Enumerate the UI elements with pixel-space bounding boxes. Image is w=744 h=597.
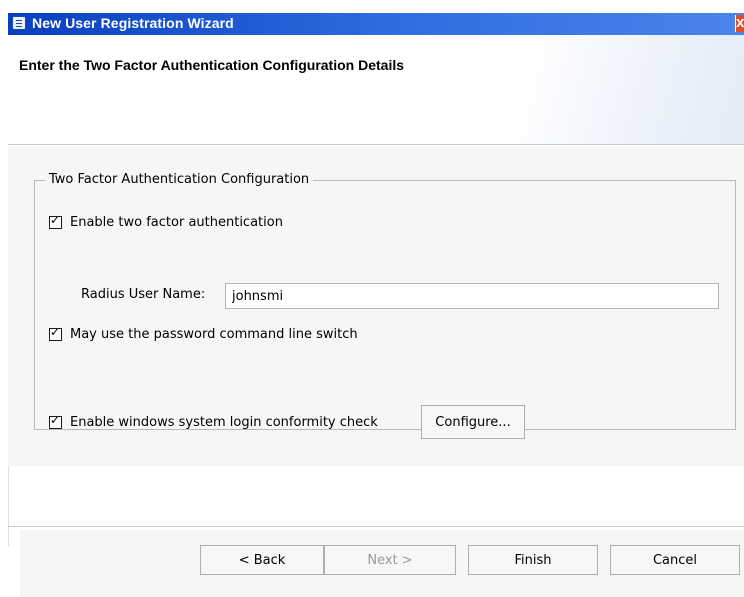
enable-2fa-row[interactable]: ✓ Enable two factor authentication bbox=[49, 213, 283, 231]
radius-user-label: Radius User Name: bbox=[81, 287, 206, 302]
checkmark-icon: ✓ bbox=[50, 212, 61, 227]
finish-button[interactable]: Finish bbox=[468, 545, 598, 575]
password-switch-row[interactable]: ✓ May use the password command line swit… bbox=[49, 325, 358, 343]
window-title: New User Registration Wizard bbox=[32, 15, 234, 31]
back-button[interactable]: < Back bbox=[200, 545, 324, 575]
wizard-header: Enter the Two Factor Authentication Conf… bbox=[8, 35, 744, 145]
wizard-content: Two Factor Authentication Configuration … bbox=[8, 146, 744, 466]
checkmark-icon: ✓ bbox=[50, 412, 61, 427]
configure-button[interactable]: Configure... bbox=[421, 405, 525, 439]
group-legend: Two Factor Authentication Configuration bbox=[45, 172, 314, 187]
two-factor-group: Two Factor Authentication Configuration … bbox=[34, 172, 736, 439]
cancel-button[interactable]: Cancel bbox=[610, 545, 740, 575]
login-conformity-checkbox[interactable]: ✓ bbox=[49, 412, 62, 429]
radius-user-input[interactable] bbox=[225, 283, 719, 309]
close-button[interactable]: X bbox=[735, 15, 744, 32]
password-switch-label: May use the password command line switch bbox=[70, 326, 358, 342]
enable-2fa-label: Enable two factor authentication bbox=[70, 214, 283, 230]
password-switch-checkbox[interactable]: ✓ bbox=[49, 324, 62, 341]
login-conformity-label: Enable windows system login conformity c… bbox=[70, 414, 378, 430]
next-button[interactable]: Next > bbox=[324, 545, 456, 575]
close-icon: X bbox=[736, 17, 744, 30]
wizard-footer: < Back Next > Finish Cancel bbox=[20, 530, 744, 597]
page-title: Enter the Two Factor Authentication Conf… bbox=[19, 57, 405, 73]
title-bar[interactable]: New User Registration Wizard X bbox=[8, 13, 744, 35]
login-conformity-row[interactable]: ✓ Enable windows system login conformity… bbox=[49, 413, 378, 431]
footer-divider bbox=[8, 526, 744, 527]
wizard-icon bbox=[12, 16, 26, 30]
checkmark-icon: ✓ bbox=[50, 324, 61, 339]
enable-2fa-checkbox[interactable]: ✓ bbox=[49, 212, 62, 229]
